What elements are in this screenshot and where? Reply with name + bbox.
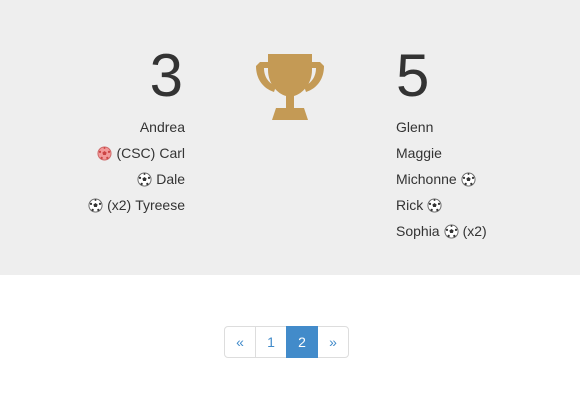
scorer-goal-note: (CSC) (116, 145, 156, 161)
home-scorer-item: Dale (88, 166, 185, 192)
soccer-ball-icon (444, 223, 459, 239)
away-scorer-item: Michonne (396, 166, 487, 192)
scorer-name: Carl (159, 145, 185, 161)
home-score: 3 (149, 42, 183, 109)
home-scorer-item: (CSC) Carl (88, 140, 185, 166)
pagination-next-button[interactable]: » (317, 326, 349, 358)
scorer-name: Sophia (396, 223, 440, 239)
scorer-name: Rick (396, 197, 424, 213)
scorer-name: Dale (156, 171, 185, 187)
trophy-icon (256, 54, 324, 120)
scorer-name: Glenn (396, 119, 434, 135)
soccer-ball-icon (427, 197, 442, 213)
home-scorer-item: Andrea (88, 114, 185, 140)
home-scorers-list: Andrea (CSC) Carl Dale (x2) Tyreese (88, 114, 185, 218)
scorer-name: Maggie (396, 145, 442, 161)
away-scorer-item: Maggie (396, 140, 487, 166)
away-scorer-item: Sophia (x2) (396, 218, 487, 244)
soccer-ball-icon (137, 171, 152, 187)
own-goal-ball-icon (97, 145, 112, 161)
away-scorer-item: Glenn (396, 114, 487, 140)
pagination-page-2[interactable]: 2 (286, 326, 318, 358)
soccer-ball-icon (88, 197, 103, 213)
soccer-ball-icon (461, 171, 476, 187)
home-scorer-item: (x2) Tyreese (88, 192, 185, 218)
scorer-name: Andrea (139, 119, 185, 135)
away-scorers-list: Glenn Maggie Michonne Rick Sophia (x2) (396, 114, 487, 244)
away-scorer-item: Rick (396, 192, 487, 218)
away-score: 5 (396, 42, 430, 109)
scorer-goal-note: (x2) (462, 223, 487, 239)
pagination-page-1[interactable]: 1 (255, 326, 287, 358)
pagination: « 1 2 » (224, 326, 349, 358)
scorer-name: Tyreese (135, 197, 185, 213)
scorer-goal-note: (x2) (107, 197, 132, 213)
scorer-name: Michonne (396, 171, 457, 187)
match-summary-panel: 3 5 Andrea (CSC) Carl Dale (x2) Tyreese Glenn… (0, 0, 580, 275)
pagination-prev-button[interactable]: « (224, 326, 256, 358)
